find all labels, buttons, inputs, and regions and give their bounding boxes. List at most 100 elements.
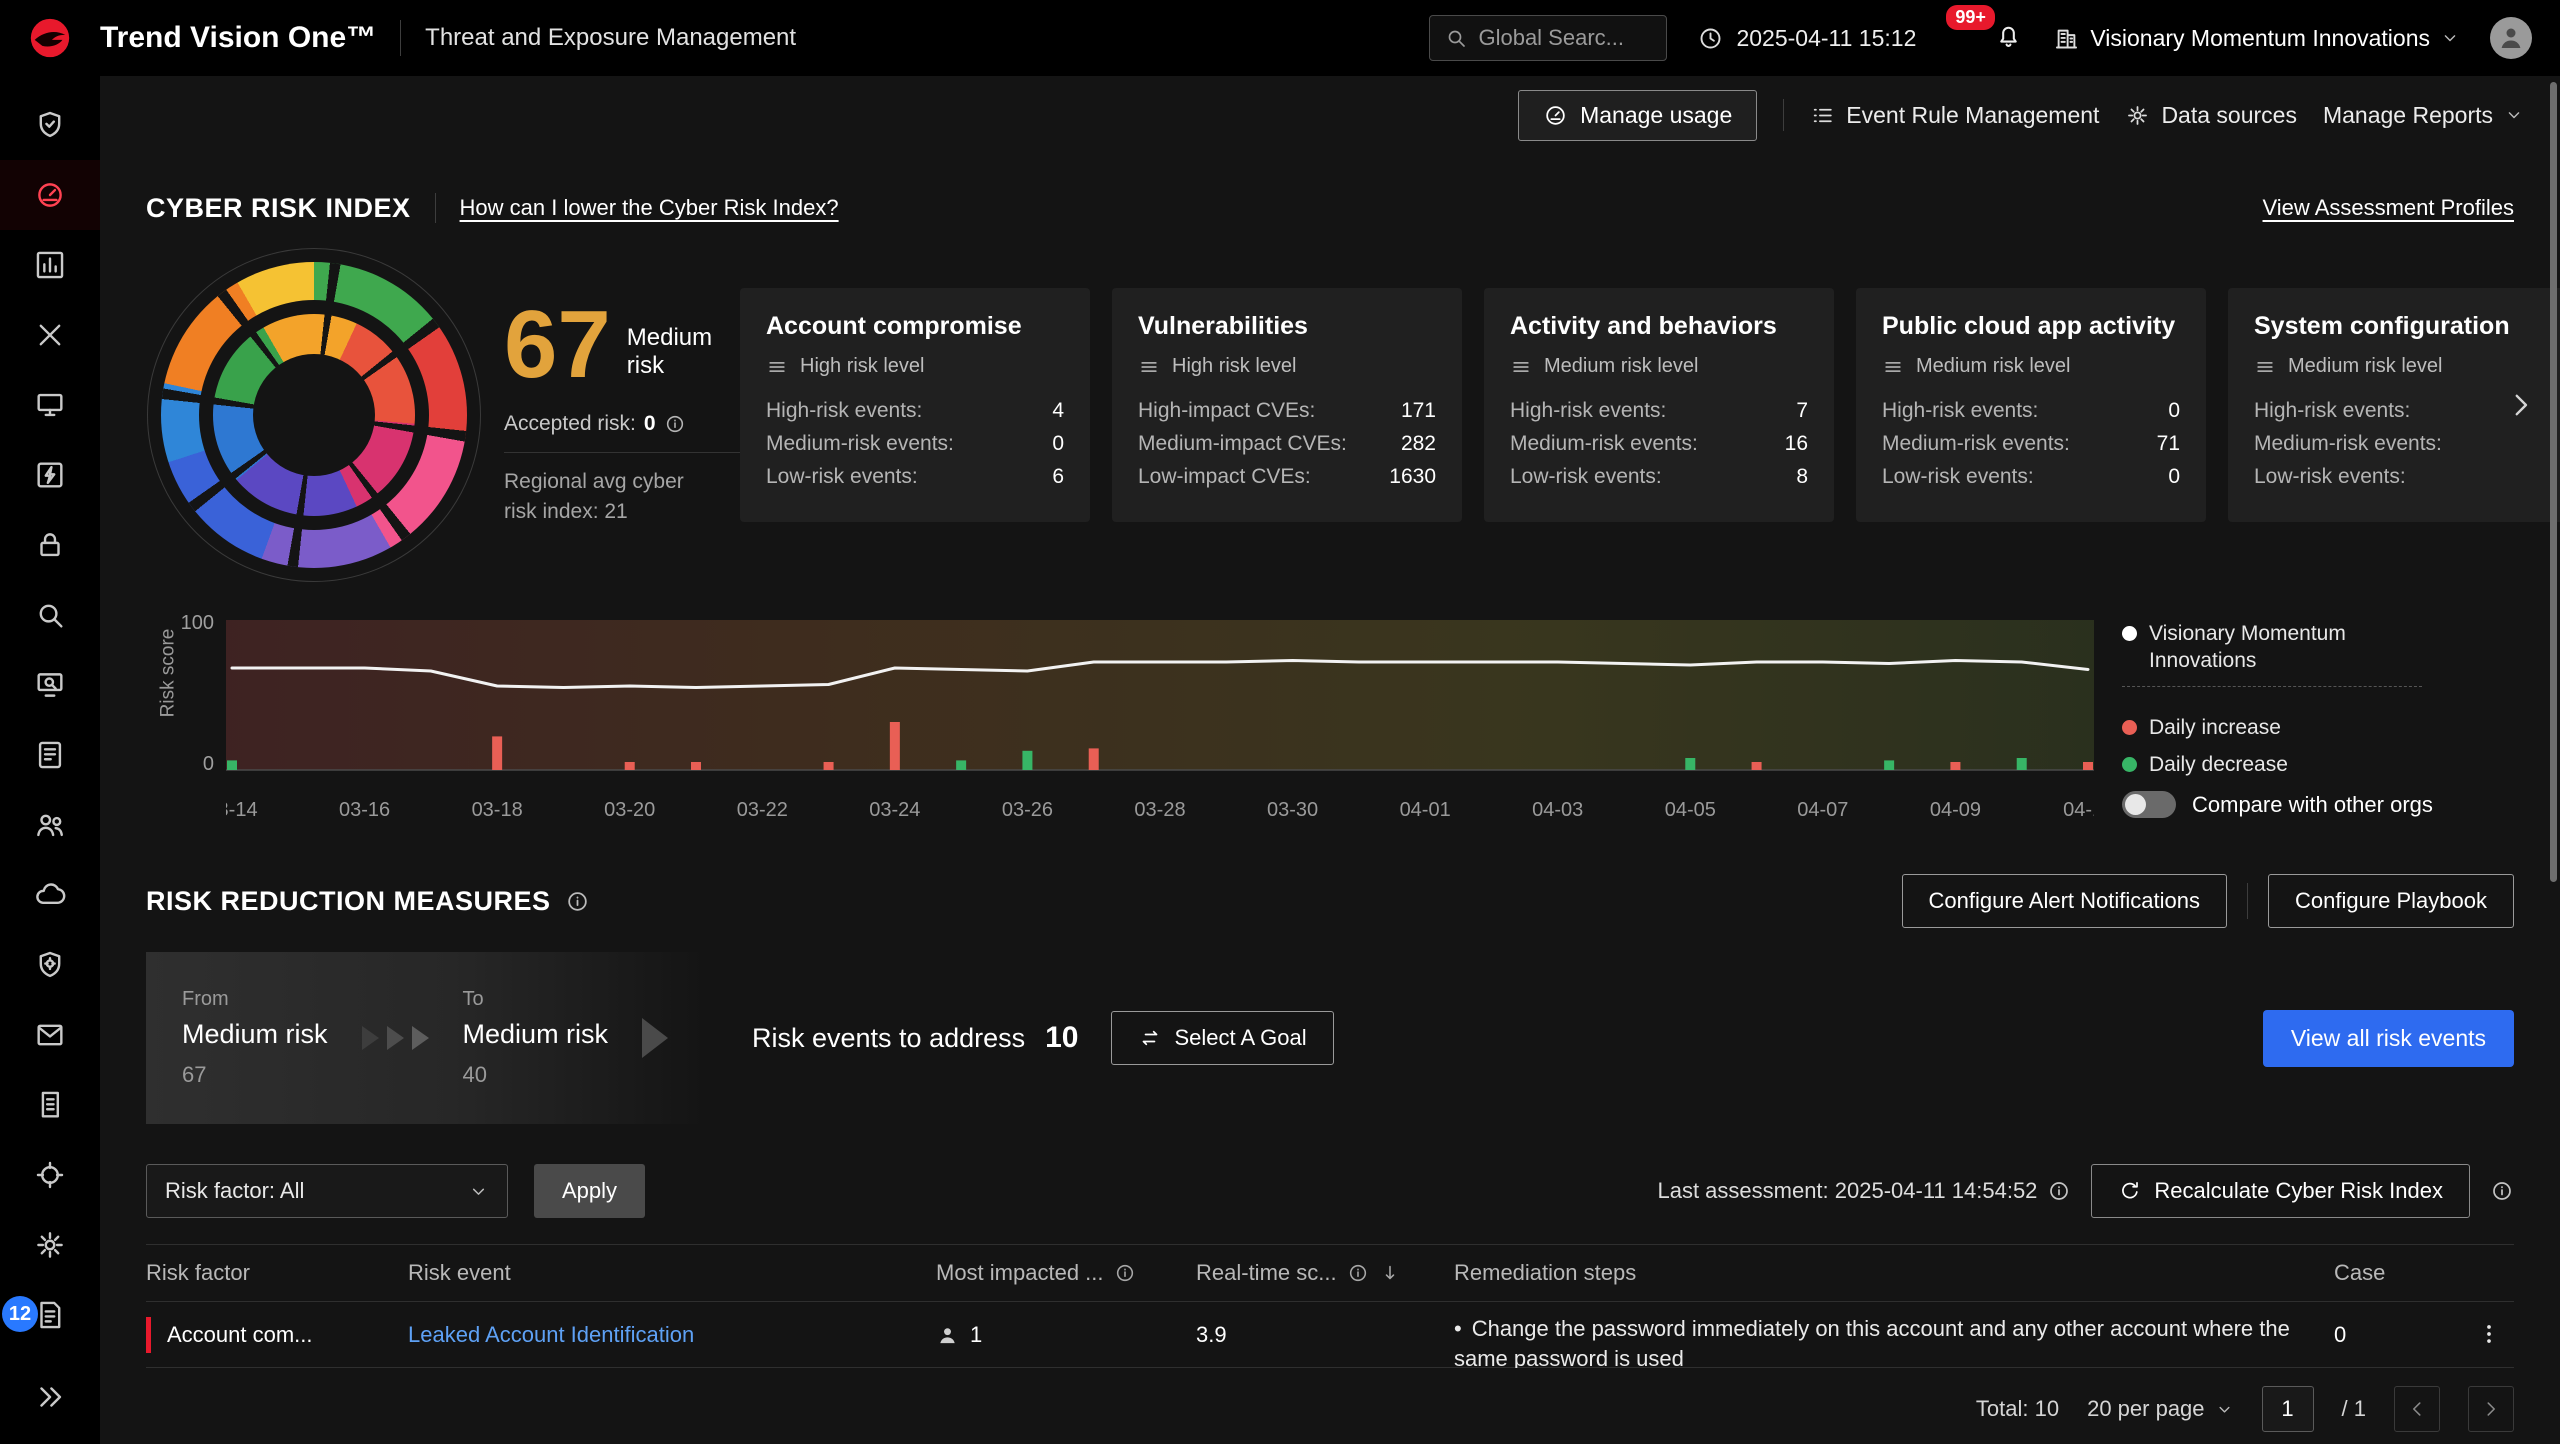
sidebar-item-workbench[interactable] <box>0 370 100 440</box>
search-icon <box>1444 26 1468 50</box>
col-risk-event[interactable]: Risk event <box>408 1260 936 1286</box>
page-scrollbar[interactable] <box>2550 82 2557 882</box>
page-toolbar: Manage usage Event Rule Management Data … <box>100 76 2560 154</box>
risk-score-trend-chart: 03-1403-1603-1803-2003-2203-2403-2603-28… <box>226 620 2094 820</box>
sidebar-item-cloud-security[interactable] <box>0 860 100 930</box>
risk-factor-card[interactable]: Public cloud app activityMedium risk lev… <box>1856 288 2206 522</box>
chevron-right-icon <box>2480 1398 2502 1420</box>
sidebar-item-cyber-risk-index[interactable] <box>0 160 100 230</box>
sidebar-item-expand-sidebar[interactable] <box>0 1362 100 1432</box>
manage-reports-dropdown[interactable]: Manage Reports <box>2323 102 2524 129</box>
sidebar-item-risk-management[interactable] <box>0 510 100 580</box>
swap-icon <box>1138 1026 1162 1050</box>
risk-event-link[interactable]: Leaked Account Identification <box>408 1322 694 1347</box>
sidebar-item-audit-logs[interactable]: 12 <box>0 1280 100 1350</box>
data-sources-button[interactable]: Data sources <box>2125 102 2297 129</box>
clock-icon <box>1697 25 1724 52</box>
bell-icon[interactable] <box>1994 21 2023 50</box>
notifications[interactable]: 99+ <box>1946 21 2023 55</box>
mail-icon <box>33 1018 67 1052</box>
sidebar-item-response[interactable] <box>0 440 100 510</box>
manage-usage-button[interactable]: Manage usage <box>1518 90 1757 141</box>
view-all-risk-events-button[interactable]: View all risk events <box>2263 1010 2514 1067</box>
card-stat-row: Low-risk events:8 <box>1510 460 1808 493</box>
risk-events-label: Risk events to address <box>752 1023 1025 1054</box>
decrease-legend-dot <box>2122 757 2137 772</box>
monitor-search-icon <box>33 668 67 702</box>
sidebar-item-endpoint-security[interactable] <box>0 930 100 1000</box>
bar-chart-icon <box>33 248 67 282</box>
sidebar-item-email-security[interactable] <box>0 1000 100 1070</box>
sidebar-item-identity-security[interactable] <box>0 790 100 860</box>
page-number-input[interactable] <box>2262 1386 2314 1432</box>
sidebar-item-reports[interactable] <box>0 1070 100 1140</box>
info-icon[interactable] <box>2490 1179 2514 1203</box>
apply-button[interactable]: Apply <box>534 1164 645 1218</box>
col-case[interactable]: Case <box>2334 1260 2464 1286</box>
info-icon[interactable] <box>1114 1262 1136 1284</box>
compare-orgs-toggle[interactable] <box>2122 791 2176 818</box>
y-axis: Risk score 100 0 <box>146 620 226 770</box>
risk-factor-card[interactable]: VulnerabilitiesHigh risk levelHigh-impac… <box>1112 288 1462 522</box>
configure-alert-notifications-button[interactable]: Configure Alert Notifications <box>1902 874 2227 928</box>
lower-cri-link[interactable]: How can I lower the Cyber Risk Index? <box>460 195 839 221</box>
card-stat-row: Medium-impact CVEs:282 <box>1138 427 1436 460</box>
risk-factor-card[interactable]: Account compromiseHigh risk levelHigh-ri… <box>740 288 1090 522</box>
col-most-impacted[interactable]: Most impacted ... <box>936 1260 1196 1286</box>
cyber-risk-index-title: CYBER RISK INDEX <box>146 193 411 224</box>
select-goal-button[interactable]: Select A Goal <box>1111 1011 1334 1065</box>
sidebar-item-search[interactable] <box>0 580 100 650</box>
info-icon[interactable] <box>664 413 686 435</box>
datetime-text: 2025-04-11 15:12 <box>1736 25 1916 52</box>
global-search-input[interactable] <box>1478 25 1652 51</box>
gauge-icon <box>33 178 67 212</box>
user-avatar[interactable] <box>2490 17 2532 59</box>
info-icon[interactable] <box>565 889 590 914</box>
table-pagination: Total: 10 20 per page / 1 <box>146 1386 2514 1432</box>
svg-text:04-09: 04-09 <box>1930 799 1981 820</box>
col-risk-factor[interactable]: Risk factor <box>146 1260 408 1286</box>
col-real-time-score[interactable]: Real-time sc... <box>1196 1260 1454 1286</box>
sort-descending-icon[interactable] <box>1379 1262 1401 1284</box>
event-rule-management-button[interactable]: Event Rule Management <box>1810 102 2099 129</box>
sidebar-item-attack-surface[interactable] <box>0 1140 100 1210</box>
sidebar-item-dashboards[interactable] <box>0 230 100 300</box>
info-icon[interactable] <box>2047 1179 2071 1203</box>
cards-scroll-next-button[interactable] <box>2504 388 2538 425</box>
per-page-dropdown[interactable]: 20 per page <box>2087 1396 2233 1422</box>
info-icon[interactable] <box>1347 1262 1369 1284</box>
risk-level-label: Medium risk <box>627 324 740 386</box>
risk-level-bars-icon <box>1882 356 1904 378</box>
from-column: From Medium risk 67 <box>182 988 328 1088</box>
sidebar-count-badge: 12 <box>2 1296 38 1332</box>
sidebar-item-threat-intelligence[interactable] <box>0 720 100 790</box>
risk-level-bars-icon <box>1510 356 1532 378</box>
previous-page-button[interactable] <box>2394 1386 2440 1432</box>
risk-level-bars-icon <box>2254 356 2276 378</box>
col-remediation-steps[interactable]: Remediation steps <box>1454 1260 2334 1286</box>
chevrons-right-icon <box>33 1380 67 1414</box>
configure-playbook-button[interactable]: Configure Playbook <box>2268 874 2514 928</box>
view-assessment-profiles-link[interactable]: View Assessment Profiles <box>2263 195 2514 221</box>
risk-reduction-title: RISK REDUCTION MEASURES <box>146 886 551 917</box>
monitor-icon <box>33 388 67 422</box>
risk-factor-card[interactable]: Activity and behaviorsMedium risk levelH… <box>1484 288 1834 522</box>
doc-edit-icon <box>33 1298 67 1332</box>
svg-text:04-11: 04-11 <box>2063 799 2094 820</box>
next-page-button[interactable] <box>2468 1386 2514 1432</box>
sidebar-item-xdr[interactable] <box>0 300 100 370</box>
from-risk-level: Medium risk <box>182 1019 328 1050</box>
sidebar-item-threat-hunting[interactable] <box>0 650 100 720</box>
main-area: Manage usage Event Rule Management Data … <box>100 76 2560 1444</box>
risk-factor-filter-dropdown[interactable]: Risk factor: All <box>146 1164 508 1218</box>
sidebar-item-administration[interactable] <box>0 1210 100 1280</box>
recalculate-cri-button[interactable]: Recalculate Cyber Risk Index <box>2091 1164 2470 1218</box>
card-stat-row: Low-risk events: <box>2254 460 2552 493</box>
global-search[interactable] <box>1429 15 1667 61</box>
org-switcher[interactable]: Visionary Momentum Innovations <box>2053 25 2460 52</box>
product-title: Trend Vision One™ <box>100 21 376 55</box>
row-actions-menu-button[interactable] <box>2464 1321 2514 1350</box>
trend-micro-logo[interactable] <box>0 15 100 61</box>
sidebar-item-security-overview[interactable] <box>0 90 100 160</box>
risk-factor-cards-carousel: Account compromiseHigh risk levelHigh-ri… <box>740 248 2560 582</box>
